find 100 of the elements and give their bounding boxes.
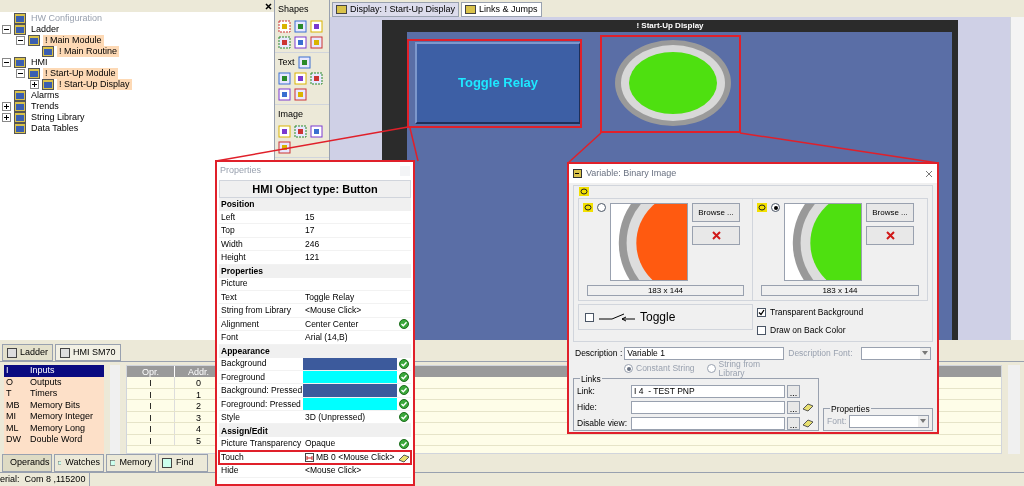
link-field[interactable]: I 4 - TEST PNP [631,384,785,398]
tree-item[interactable]: Trends [29,101,61,112]
operand-item[interactable]: O Outputs [4,376,104,388]
view-tab[interactable]: HMI SM70 [55,344,121,361]
tree-item[interactable]: ! Start-Up Module [43,68,118,79]
tree-item[interactable]: ! Main Module [43,35,104,46]
checkbox[interactable] [757,325,766,335]
operand-item[interactable]: DW Double Word [4,434,104,446]
check-icon [399,412,409,423]
delete-button[interactable] [692,226,740,245]
operand-item[interactable]: MB Memory Bits [4,399,104,411]
tool-icon[interactable] [278,35,291,49]
property-value: 3D (Unpressed) [304,410,366,424]
editor-tab[interactable]: Links & Jumps [461,2,542,17]
delete-button[interactable] [866,226,914,245]
switch-symbol-icon [598,312,636,322]
tool-icon[interactable] [278,140,291,154]
property-label: Font [220,330,239,344]
tool-icon[interactable] [294,88,307,101]
bottom-tab[interactable]: Watches [54,454,104,472]
operand-item[interactable]: ML Memory Long [4,422,104,434]
close-button[interactable] [265,2,272,10]
collapse-icon[interactable] [16,69,25,78]
expand-icon[interactable] [30,80,39,89]
tree-item[interactable]: Data Tables [29,123,81,134]
bottom-tab[interactable]: Operands [2,454,52,472]
check-icon [399,318,409,329]
tool-icon[interactable] [297,55,311,69]
editor-tab[interactable]: Display: ! Start-Up Display [332,2,460,17]
tool-icon[interactable] [310,124,323,138]
window-icon [14,24,26,35]
check-icon [399,358,409,369]
check-icon [399,398,409,409]
operand-item[interactable]: I Inputs [4,365,104,377]
link-field[interactable] [631,416,785,430]
ladder-icon [305,453,314,463]
window-icon [28,68,40,79]
collapse-icon[interactable] [2,58,11,67]
more-button[interactable] [787,400,800,414]
operand-item[interactable]: MI Memory Integer [4,411,104,423]
window-icon [14,112,26,123]
radio-button[interactable] [706,364,716,373]
radio-button[interactable] [771,203,780,212]
checkbox[interactable] [757,307,766,317]
property-label: String from Library [220,304,292,317]
table-cell: I [127,411,175,422]
font-dropdown[interactable] [861,346,931,360]
property-label: Picture [220,277,249,291]
operand-item[interactable]: T Timers [4,388,104,400]
tool-icon[interactable] [310,72,323,85]
eraser-icon[interactable] [398,452,410,463]
expand-icon[interactable] [2,102,11,111]
bottom-tab[interactable]: Find [158,454,208,472]
window-icon [14,90,26,101]
tool-icon[interactable] [278,72,291,85]
checkbox[interactable] [585,312,594,322]
caret-icon [920,419,926,423]
toggle-relay-button[interactable]: Toggle Relay [415,42,581,124]
panel-title: Properties [220,164,262,178]
link-field[interactable] [631,400,785,414]
more-button[interactable] [787,384,800,398]
property-label: Touch [220,451,245,464]
tree-item[interactable]: Ladder [29,24,62,35]
tree-item[interactable]: ! Main Routine [57,46,120,57]
window-icon [42,46,54,57]
eraser-icon[interactable] [802,402,814,412]
expand-icon[interactable] [2,113,11,122]
dialog-title: Variable: Binary Image [586,166,678,180]
tool-icon[interactable] [294,19,307,33]
color-swatch[interactable] [303,384,397,397]
radio-button[interactable] [597,203,606,212]
collapse-icon[interactable] [16,36,25,45]
window-icon [110,458,116,468]
browse-button[interactable]: Browse ... [692,203,740,222]
tool-icon[interactable] [278,124,291,138]
property-value: 15 [304,210,316,224]
property-label: Width [220,237,244,251]
tool-icon[interactable] [294,124,307,138]
tree-item[interactable]: String Library [29,112,87,123]
property-value: Opaque [304,437,337,451]
tree-item[interactable]: HMI [29,57,50,68]
browse-button[interactable]: Browse ... [866,203,914,222]
tree-item[interactable]: ! Start-Up Display [57,79,132,90]
window-icon [7,347,17,358]
description-field[interactable]: Variable 1 [624,346,785,360]
field-label: Hide: [577,400,598,414]
bottom-tab[interactable]: Memory [106,454,156,472]
tool-icon[interactable] [294,72,307,85]
ellipsis-icon [790,393,797,397]
tool-icon[interactable] [310,19,323,33]
radio-button[interactable] [624,364,633,373]
eraser-icon[interactable] [802,418,814,428]
font-dropdown[interactable] [849,414,929,428]
tree-item[interactable]: Alarms [29,90,61,101]
tool-icon[interactable] [278,88,291,101]
tool-icon[interactable] [294,35,307,49]
view-tab[interactable]: Ladder [2,344,54,361]
cross-icon [885,231,895,240]
collapse-icon[interactable] [2,25,11,34]
more-button[interactable] [787,416,800,430]
